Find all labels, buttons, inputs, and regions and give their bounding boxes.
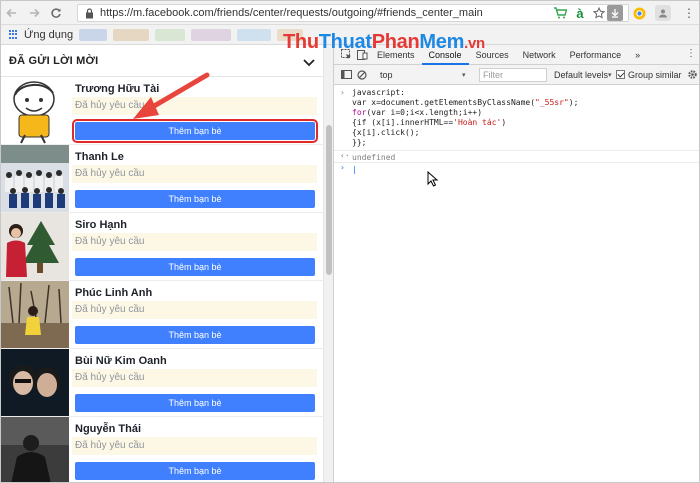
- add-friend-button[interactable]: Thêm bạn bè: [75, 326, 315, 344]
- facebook-mobile-page: ĐÃ GỬI LỜI MỜI Trương Hữu Tài Đã hủy yêu…: [1, 45, 333, 482]
- add-friend-button[interactable]: Thêm bạn bè: [75, 258, 315, 276]
- console-code-line: var x=document.getElementsByClassName("_…: [352, 98, 579, 107]
- avatar[interactable]: [1, 213, 69, 280]
- list-item: Phúc Linh Anh Đã hủy yêu cầu Thêm bạn bè: [1, 281, 323, 349]
- console-code-line: {if (x[i].innerHTML=='Hoàn tác'): [352, 118, 507, 127]
- tab-performance[interactable]: Performance: [563, 45, 629, 65]
- add-friend-button[interactable]: Thêm bạn bè: [75, 394, 315, 412]
- blurred-bookmark[interactable]: [237, 28, 272, 41]
- request-status: Đã hủy yêu cầu: [72, 165, 317, 183]
- lock-icon: [82, 7, 96, 19]
- friend-name[interactable]: Thanh Le: [75, 151, 124, 163]
- request-status: Đã hủy yêu cầu: [72, 301, 317, 319]
- address-bar[interactable]: https://m.facebook.com/friends/center/re…: [77, 4, 629, 22]
- request-status: Đã hủy yêu cầu: [72, 233, 317, 251]
- apps-grid-icon[interactable]: [9, 29, 19, 40]
- blurred-bookmark[interactable]: [79, 28, 108, 41]
- forward-button[interactable]: [23, 2, 45, 24]
- console-result-line: ‹· undefined: [334, 150, 699, 162]
- friend-name[interactable]: Siro Hạnh: [75, 219, 127, 231]
- log-levels-selector[interactable]: Default levels: [554, 70, 608, 80]
- context-selector[interactable]: top: [380, 70, 393, 80]
- console-code-line: }};: [352, 138, 367, 147]
- more-tabs-button[interactable]: »: [628, 45, 647, 65]
- watermark-logo: ThuThuatPhanMem.vn: [283, 31, 485, 53]
- console-output[interactable]: › javascript: var x=document.getElementsB…: [334, 85, 699, 174]
- annotation-arrow: [133, 72, 210, 119]
- friend-name[interactable]: Nguyễn Thái: [75, 423, 141, 435]
- gear-icon[interactable]: [687, 69, 698, 82]
- console-code-line: for(var i=0;i<x.length;i++): [352, 108, 483, 117]
- chevron-down-icon[interactable]: [303, 54, 315, 72]
- clear-console-icon[interactable]: [354, 69, 370, 80]
- console-toolbar: top ▾ Filter Default levels ▾ Group simi…: [334, 65, 699, 85]
- prompt-chevron-icon: ›: [340, 88, 345, 97]
- avatar[interactable]: [1, 145, 69, 212]
- blurred-bookmark[interactable]: [191, 28, 232, 41]
- list-item: Thanh Le Đã hủy yêu cầu Thêm bạn bè: [1, 145, 323, 213]
- menu-kebab-icon[interactable]: ⋮: [681, 5, 697, 21]
- friend-name[interactable]: Phúc Linh Anh: [75, 287, 152, 299]
- dictionary-extension-icon[interactable]: à: [572, 5, 588, 21]
- result-arrow-icon: ‹·: [340, 151, 350, 160]
- page-scrollbar[interactable]: [323, 45, 333, 482]
- console-prompt[interactable]: › |: [334, 162, 699, 174]
- bookmark-star-icon[interactable]: [591, 5, 607, 21]
- mouse-cursor-icon: [427, 171, 439, 187]
- avatar[interactable]: [1, 417, 69, 482]
- chrome-extension-icon[interactable]: [631, 5, 647, 21]
- avatar[interactable]: [1, 77, 69, 144]
- apps-bookmark-label[interactable]: Ứng dụng: [24, 29, 73, 41]
- sent-requests-list: Trương Hữu Tài Đã hủy yêu cầu Thêm bạn b…: [1, 77, 323, 482]
- context-dropdown-icon[interactable]: ▾: [462, 71, 466, 79]
- console-code-line: {x[i].click();: [352, 128, 420, 137]
- reload-button[interactable]: [45, 2, 67, 24]
- request-status: Đã hủy yêu cầu: [72, 369, 317, 387]
- screenshot-frame: https://m.facebook.com/friends/center/re…: [0, 0, 700, 483]
- filter-input[interactable]: Filter: [479, 68, 547, 82]
- back-arrow-icon: [6, 8, 16, 17]
- blurred-bookmark[interactable]: [113, 28, 150, 41]
- tab-network[interactable]: Network: [516, 45, 563, 65]
- forward-arrow-icon: [30, 8, 40, 17]
- list-item: Bùi Nữ Kim Oanh Đã hủy yêu cầu Thêm bạn …: [1, 349, 323, 417]
- request-status: Đã hủy yêu cầu: [72, 437, 317, 455]
- group-similar-checkbox[interactable]: [616, 70, 625, 79]
- url-text: https://m.facebook.com/friends/center/re…: [100, 7, 483, 19]
- reload-icon: [51, 7, 61, 18]
- add-friend-button[interactable]: Thêm bạn bè: [75, 190, 315, 208]
- blurred-bookmark[interactable]: [155, 28, 186, 41]
- page-title: ĐÃ GỬI LỜI MỜI: [9, 54, 99, 67]
- kebab-menu-icon[interactable]: ⋮: [686, 48, 696, 59]
- text-caret: |: [352, 165, 357, 174]
- devtools-panel: Elements Console Sources Network Perform…: [333, 45, 699, 482]
- profile-avatar[interactable]: [655, 5, 671, 21]
- download-icon[interactable]: [607, 5, 623, 21]
- prompt-chevron-icon: ›: [340, 163, 345, 172]
- console-input-line: › javascript:: [340, 88, 405, 97]
- levels-dropdown-icon[interactable]: ▾: [608, 71, 612, 79]
- browser-toolbar: https://m.facebook.com/friends/center/re…: [1, 1, 699, 25]
- list-item: Nguyễn Thái Đã hủy yêu cầu Thêm bạn bè: [1, 417, 323, 482]
- sidebar-toggle-icon[interactable]: [338, 70, 354, 79]
- add-friend-button[interactable]: Thêm bạn bè: [75, 462, 315, 480]
- cart-extension-icon[interactable]: [552, 5, 568, 21]
- avatar[interactable]: [1, 349, 69, 416]
- avatar[interactable]: [1, 281, 69, 348]
- scrollbar-thumb[interactable]: [326, 125, 332, 275]
- back-button[interactable]: [1, 2, 23, 24]
- group-similar-label: Group similar: [628, 69, 682, 80]
- list-item: Siro Hạnh Đã hủy yêu cầu Thêm bạn bè: [1, 213, 323, 281]
- friend-name[interactable]: Bùi Nữ Kim Oanh: [75, 355, 167, 367]
